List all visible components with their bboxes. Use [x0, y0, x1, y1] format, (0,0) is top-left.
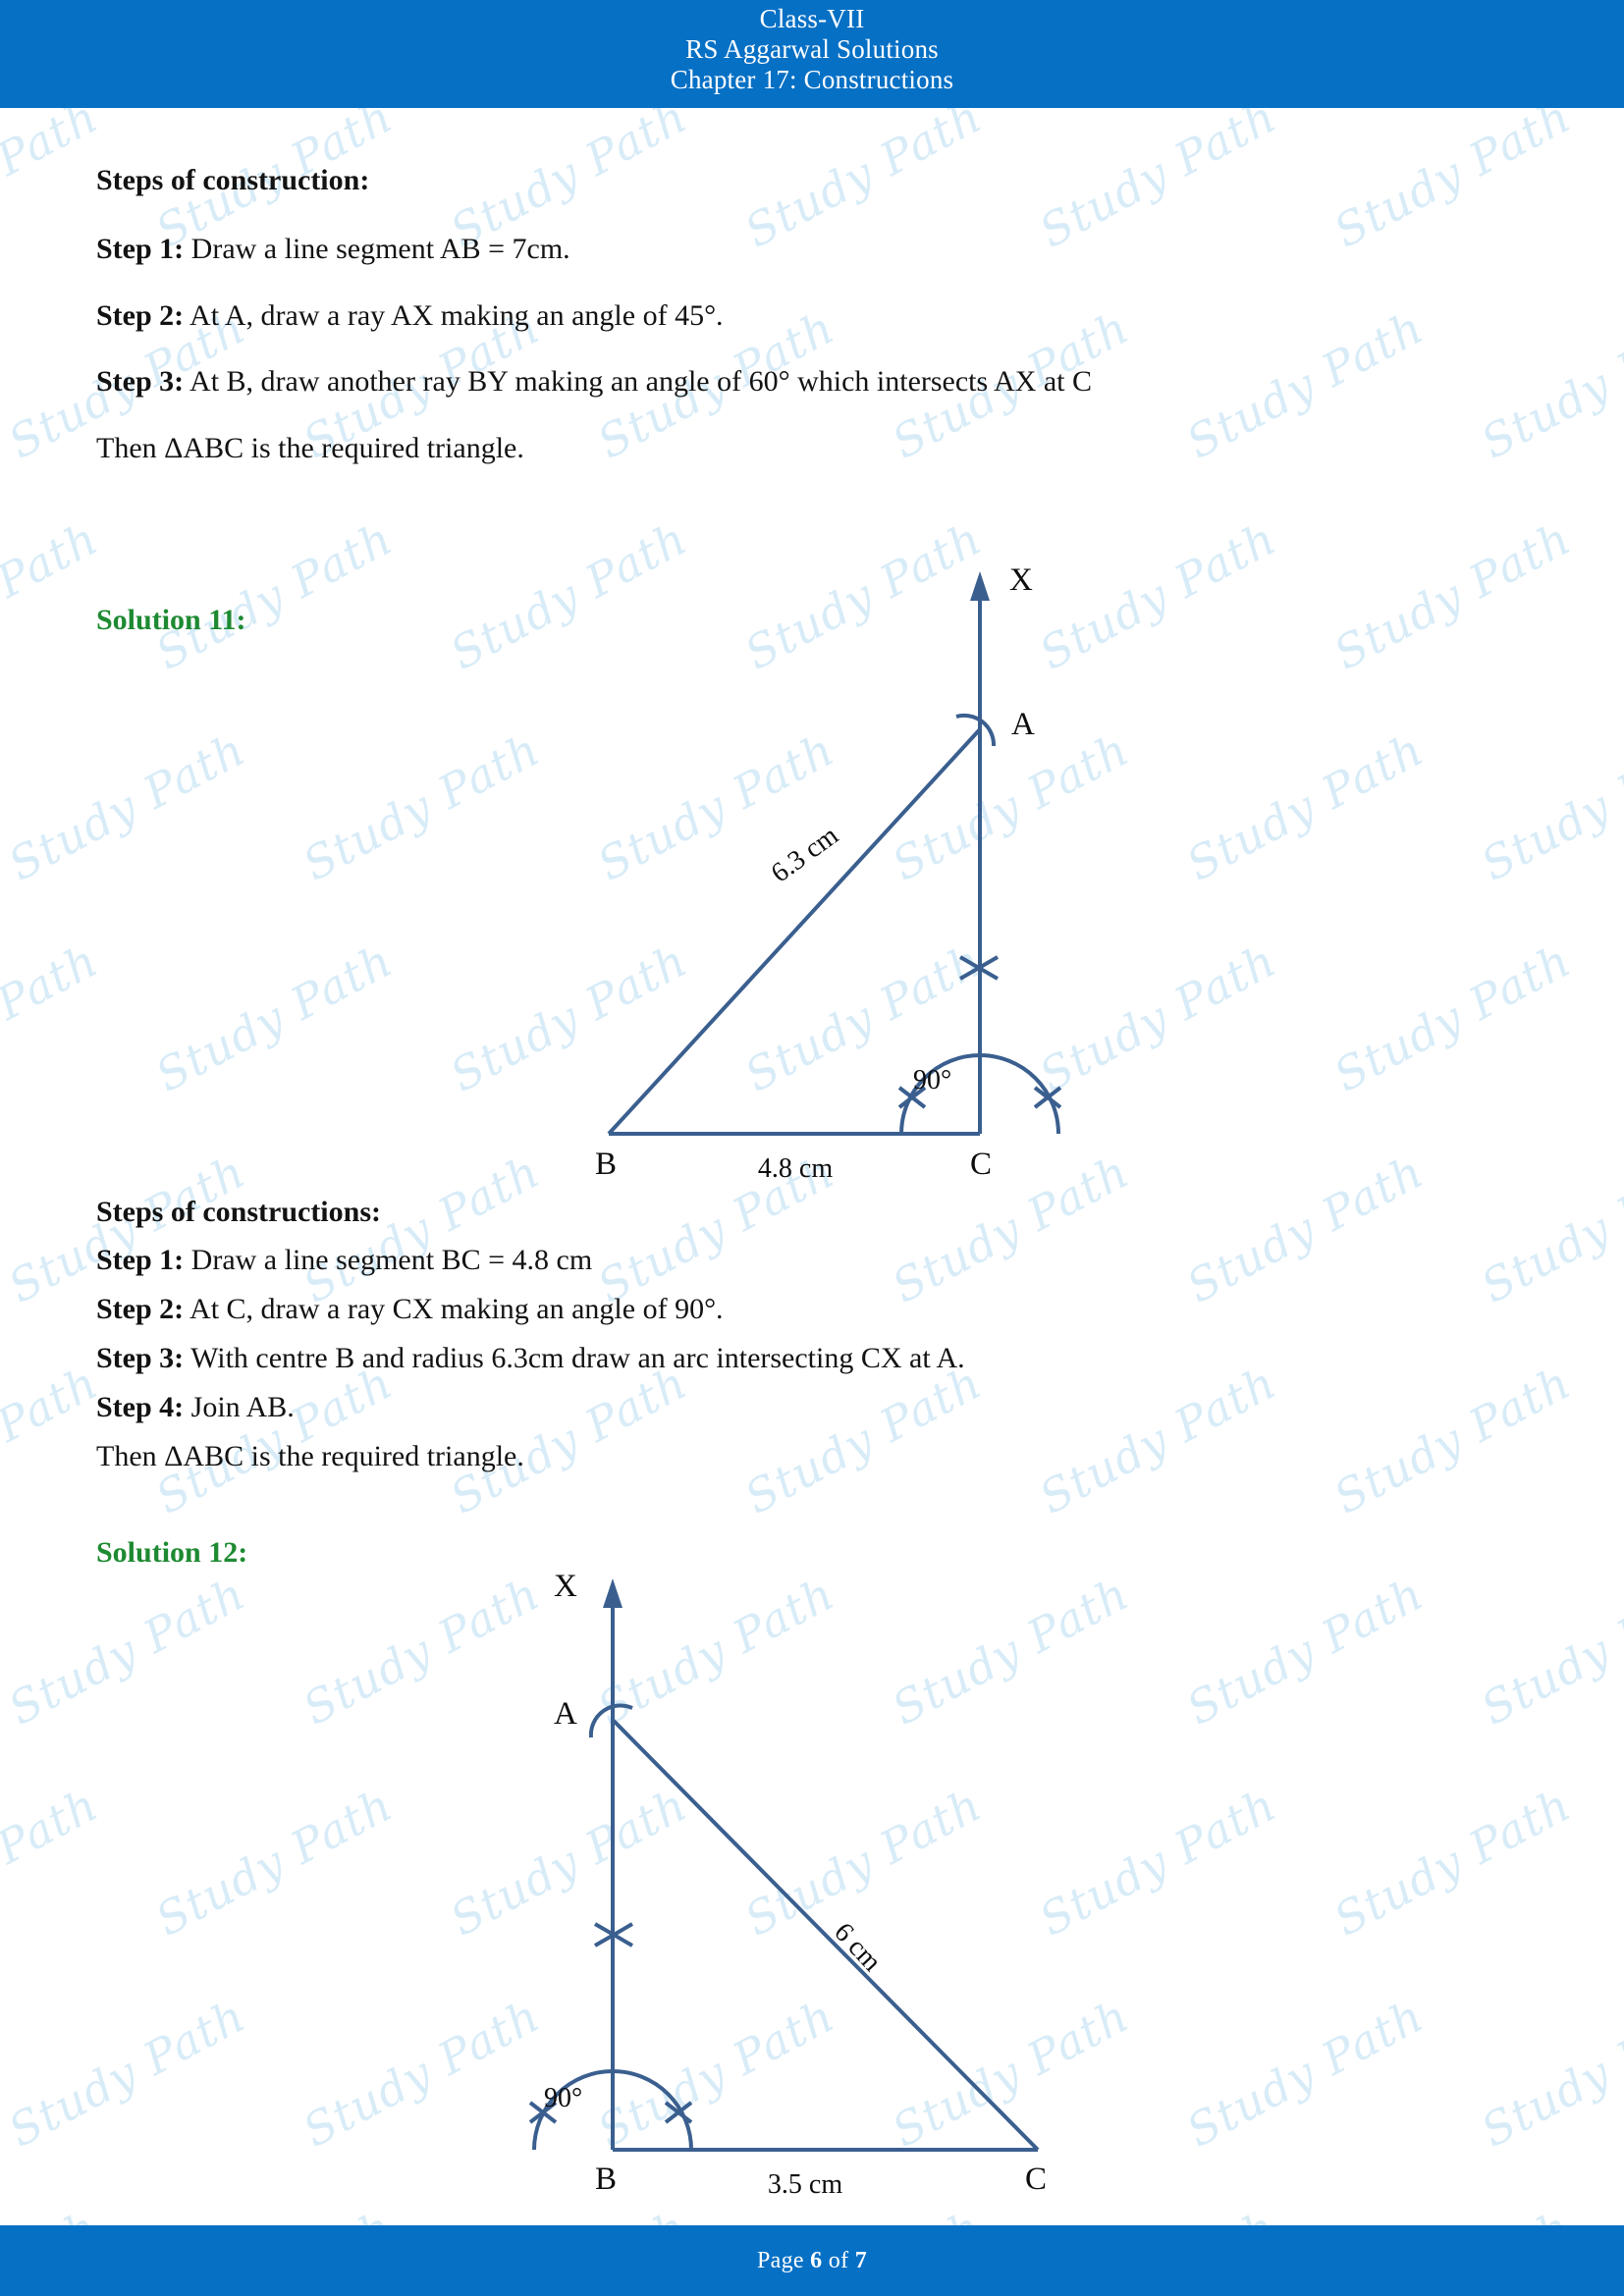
page-footer-banner: Page 6 of 7: [0, 2225, 1624, 2296]
solution-11-step-1: Step 1: Draw a line segment BC = 4.8 cm: [96, 1244, 592, 1277]
top-step-1: Step 1: Draw a line segment AB = 7cm.: [96, 233, 570, 266]
page-current: 6: [810, 2247, 823, 2273]
solution-11-step-3: Step 3: With centre B and radius 6.3cm d…: [96, 1342, 965, 1375]
solution-11-step-1-label: Step 1:: [96, 1244, 185, 1276]
figure-11-label-B: B: [595, 1147, 618, 1182]
document-page: Study PathStudy PathStudy PathStudy Path…: [0, 0, 1624, 2296]
figure-12-label-B: B: [595, 2162, 618, 2197]
triangle-diagram-12: [528, 1578, 1040, 2152]
top-step-2-label: Step 2:: [96, 299, 185, 332]
top-steps-heading: Steps of construction:: [96, 164, 370, 196]
solution-11-label: Solution 11:: [96, 604, 246, 636]
top-step-3-text: At B, draw another ray BY making an angl…: [189, 365, 1093, 398]
top-step-2: Step 2: At A, draw a ray AX making an an…: [96, 299, 724, 333]
arc-mark-a-11: [955, 713, 997, 747]
solution-11-step-3-label: Step 3:: [96, 1342, 185, 1374]
triangle-diagram-11: [607, 571, 1062, 1136]
solution-11-step-4: Step 4: Join AB.: [96, 1391, 295, 1424]
header-title-line: RS Aggarwal Solutions: [685, 34, 939, 64]
solution-11-conclusion: Then ΔABC is the required triangle.: [96, 1440, 524, 1472]
figure-12-base-label: 3.5 cm: [767, 2169, 843, 2200]
header-chapter-line: Chapter 17: Constructions: [670, 65, 954, 94]
page-number-text: Page 6 of 7: [757, 2248, 867, 2274]
figure-12-label-X: X: [554, 1569, 577, 1604]
figure-11-label-C: C: [970, 1147, 993, 1182]
figure-solution-12: X A B C 6 cm 3.5 cm 90°: [511, 1551, 1119, 2218]
solution-11-steps-heading: Steps of constructions:: [96, 1196, 381, 1228]
figure-12-label-A: A: [554, 1696, 577, 1732]
top-step-3: Step 3: At B, draw another ray BY making…: [96, 365, 1092, 399]
top-step-3-label: Step 3:: [96, 365, 185, 398]
figure-12-label-C: C: [1025, 2162, 1048, 2197]
top-step-1-label: Step 1:: [96, 233, 185, 265]
figure-11-angle-label: 90°: [913, 1065, 952, 1095]
figure-12-angle-label: 90°: [544, 2083, 583, 2113]
page-header-banner: Class-VII RS Aggarwal Solutions Chapter …: [0, 0, 1624, 108]
solution-11-step-2-text: At C, draw a ray CX making an angle of 9…: [189, 1293, 724, 1325]
solution-11-step-1-text: Draw a line segment BC = 4.8 cm: [190, 1244, 593, 1276]
page-total: 7: [854, 2247, 867, 2273]
ray-bx-arrowhead-12: [603, 1578, 623, 1608]
figure-11-label-X: X: [1009, 562, 1033, 598]
solution-11-step-2: Step 2: At C, draw a ray CX making an an…: [96, 1293, 724, 1326]
page-middle: of: [828, 2247, 849, 2273]
solution-11-step-3-text: With centre B and radius 6.3cm draw an a…: [190, 1342, 965, 1374]
ray-cx-arrowhead-11: [970, 571, 990, 601]
solution-11-step-2-label: Step 2:: [96, 1293, 185, 1325]
top-conclusion: Then ΔABC is the required triangle.: [96, 432, 524, 464]
solution-11-step-4-text: Join AB.: [190, 1391, 295, 1423]
page-prefix: Page: [756, 2247, 804, 2273]
figure-11-label-A: A: [1011, 707, 1035, 742]
solution-12-label: Solution 12:: [96, 1536, 248, 1569]
top-step-2-text: At A, draw a ray AX making an angle of 4…: [189, 299, 724, 332]
page-content: Steps of construction: Step 1: Draw a li…: [0, 0, 1624, 2296]
figure-solution-11: X A B C 6.3 cm 4.8 cm 90°: [550, 550, 1100, 1198]
figure-11-base-label: 4.8 cm: [757, 1153, 834, 1184]
solution-11-step-4-label: Step 4:: [96, 1391, 185, 1423]
header-class-line: Class-VII: [759, 4, 865, 33]
top-step-1-text: Draw a line segment AB = 7cm.: [190, 233, 570, 265]
